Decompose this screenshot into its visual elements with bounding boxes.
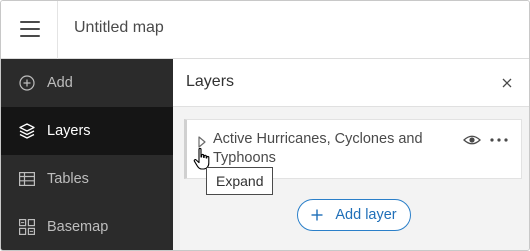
panel-header: Layers xyxy=(173,59,529,107)
add-layer-label: Add layer xyxy=(335,207,397,223)
map-title[interactable]: Untitled map xyxy=(74,19,164,37)
sidebar-item-label: Add xyxy=(47,75,73,91)
plus-circle-icon xyxy=(18,74,36,92)
eye-icon[interactable] xyxy=(462,132,482,148)
app-header: Untitled map xyxy=(1,1,529,59)
header-divider xyxy=(57,1,58,59)
table-icon xyxy=(18,170,36,188)
sidebar-item-basemap[interactable]: Basemap xyxy=(1,203,173,250)
sidebar-item-label: Layers xyxy=(47,123,91,139)
sidebar-item-tables[interactable]: Tables xyxy=(1,155,173,203)
expand-tooltip: Expand xyxy=(206,167,274,195)
menu-icon[interactable] xyxy=(20,20,40,38)
sidebar: Add Layers Tables Basemap xyxy=(1,59,173,250)
panel-title: Layers xyxy=(186,73,235,90)
app-frame: Untitled map Add Layers Tables Basemap L… xyxy=(0,0,530,251)
basemap-icon xyxy=(18,218,36,236)
more-options-icon[interactable] xyxy=(489,132,509,148)
sidebar-item-add[interactable]: Add xyxy=(1,59,173,107)
sidebar-item-label: Basemap xyxy=(47,219,109,235)
plus-icon xyxy=(311,209,323,221)
layer-title[interactable]: Active Hurricanes, Cyclones and Typhoons xyxy=(213,130,437,168)
sidebar-item-label: Tables xyxy=(47,171,89,187)
layers-panel: Layers Active Hurricanes, Cyclones and T… xyxy=(173,59,529,250)
sidebar-item-layers[interactable]: Layers xyxy=(1,107,173,155)
layers-icon xyxy=(18,122,36,140)
caret-right-icon[interactable] xyxy=(197,135,207,148)
add-layer-button[interactable]: Add layer xyxy=(297,199,411,231)
close-icon[interactable] xyxy=(499,75,515,91)
